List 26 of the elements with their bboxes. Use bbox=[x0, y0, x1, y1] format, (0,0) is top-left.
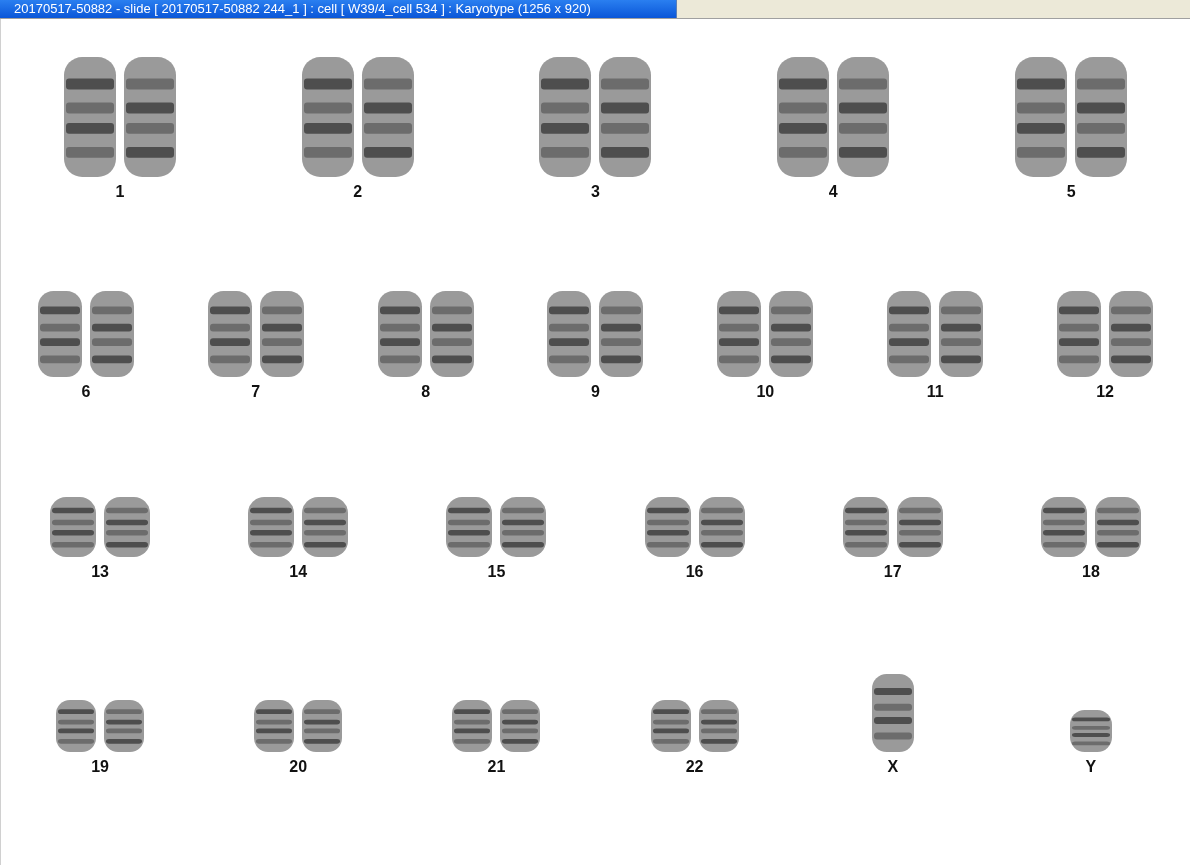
window-title: 20170517-50882 - slide [ 20170517-50882 244_1 ] : cell [ W39/4_cell 534 ] : Karyotype (1256 x 920) bbox=[0, 0, 677, 18]
chromosome-label: 19 bbox=[91, 758, 109, 776]
chromosome-label: 14 bbox=[289, 563, 308, 581]
chromosome-label: 2 bbox=[353, 183, 363, 201]
chromosome-label: 17 bbox=[883, 563, 902, 581]
chromosome-label: 8 bbox=[421, 383, 431, 401]
chromosome-label: 22 bbox=[685, 758, 704, 776]
chromosome-image bbox=[1069, 710, 1112, 752]
chromosome-label: 9 bbox=[591, 383, 600, 401]
chromosome-label: 16 bbox=[685, 563, 704, 581]
chromosome-label: 3 bbox=[591, 183, 600, 201]
chromosome-label: 7 bbox=[251, 383, 261, 401]
chromosome-label: 6 bbox=[81, 383, 91, 401]
chromosome-label: Y bbox=[1085, 758, 1097, 776]
chromosome-label: 1 bbox=[115, 183, 125, 201]
chromosome-label: 21 bbox=[487, 758, 506, 776]
chromosome-label: 20 bbox=[289, 758, 308, 776]
chromosome-label: 10 bbox=[756, 383, 775, 401]
chromosome-label: 18 bbox=[1082, 563, 1100, 581]
chromosome-label: 5 bbox=[1066, 183, 1076, 201]
chromosome-label: 11 bbox=[926, 383, 944, 401]
chromosome-label: 15 bbox=[487, 563, 506, 581]
chromosome-label: X bbox=[887, 758, 899, 776]
chromosome-label: 13 bbox=[91, 563, 109, 581]
chromosome-label: 4 bbox=[828, 183, 838, 201]
chromosome-label: 12 bbox=[1096, 383, 1114, 401]
